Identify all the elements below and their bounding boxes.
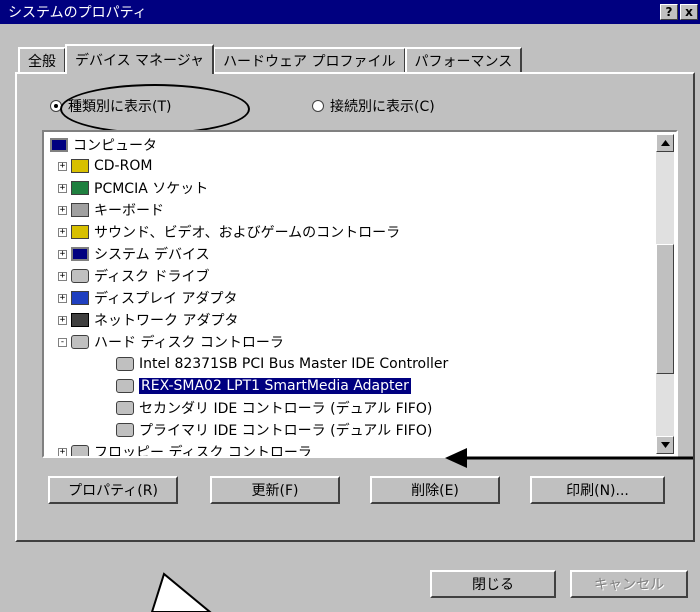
- hdd-controller-icon: [116, 379, 134, 393]
- annotation-arrow-icon: [445, 448, 693, 468]
- pcmcia-icon: [71, 181, 89, 195]
- expand-icon[interactable]: +: [58, 161, 67, 171]
- tree-item-label: セカンダリ IDE コントローラ (デュアル FIFO): [139, 401, 433, 417]
- expand-icon[interactable]: +: [58, 183, 67, 193]
- tree-item-rex-sma02[interactable]: REX-SMA02 LPT1 SmartMedia Adapter: [116, 375, 411, 397]
- refresh-button[interactable]: 更新(F): [210, 476, 340, 504]
- tree-item-label: プライマリ IDE コントローラ (デュアル FIFO): [139, 423, 433, 439]
- close-window-button[interactable]: x: [680, 4, 698, 20]
- delete-button[interactable]: 削除(E): [370, 476, 500, 504]
- display-icon: [71, 291, 89, 305]
- hdd-controller-icon: [116, 401, 134, 415]
- hdd-controller-icon: [71, 335, 89, 349]
- tree-item-keyboard[interactable]: + キーボード: [58, 199, 164, 221]
- tree-item-label-selected: REX-SMA02 LPT1 SmartMedia Adapter: [139, 378, 411, 394]
- close-button[interactable]: 閉じる: [430, 570, 556, 598]
- tree-item-sound[interactable]: + サウンド、ビデオ、およびゲームのコントローラ: [58, 221, 400, 243]
- computer-icon: [50, 138, 68, 152]
- help-button[interactable]: ?: [660, 4, 678, 20]
- floppy-controller-icon: [71, 445, 89, 456]
- system-icon: [71, 247, 89, 261]
- sound-icon: [71, 225, 89, 239]
- window-title: システムのプロパティ: [8, 5, 147, 21]
- hdd-controller-icon: [116, 357, 134, 371]
- device-tree[interactable]: コンピュータ + CD-ROM + PCMCIA ソケット + キーボード + …: [42, 130, 678, 458]
- network-icon: [71, 313, 89, 327]
- tree-item-floppy-controller[interactable]: + フロッピー ディスク コントローラ: [58, 441, 312, 458]
- title-bar: システムのプロパティ ? x: [0, 0, 700, 24]
- cdrom-icon: [71, 159, 89, 173]
- tree-item-primary-ide[interactable]: プライマリ IDE コントローラ (デュアル FIFO): [116, 419, 432, 441]
- tree-item-label: CD-ROM: [94, 158, 153, 174]
- tab-strip: 全般 デバイス マネージャ ハードウェア プロファイル パフォーマンス: [18, 43, 523, 74]
- tree-item-intel-ide[interactable]: Intel 82371SB PCI Bus Master IDE Control…: [116, 353, 448, 375]
- expand-icon[interactable]: +: [58, 205, 67, 215]
- expand-icon[interactable]: +: [58, 293, 67, 303]
- tree-item-cdrom[interactable]: + CD-ROM: [58, 155, 152, 177]
- tree-item-pcmcia[interactable]: + PCMCIA ソケット: [58, 177, 208, 199]
- expand-icon[interactable]: +: [58, 249, 67, 259]
- tree-item-label: フロッピー ディスク コントローラ: [94, 445, 312, 458]
- tree-item-secondary-ide[interactable]: セカンダリ IDE コントローラ (デュアル FIFO): [116, 397, 432, 419]
- tab-device-manager[interactable]: デバイス マネージャ: [65, 44, 215, 74]
- tab-hardware-profiles[interactable]: ハードウェア プロファイル: [213, 47, 406, 73]
- properties-button[interactable]: プロパティ(R): [48, 476, 178, 504]
- cancel-button[interactable]: キャンセル: [570, 570, 688, 598]
- tree-item-system[interactable]: + システム デバイス: [58, 243, 210, 265]
- radio-by-connection-label: 接続別に表示(C): [330, 99, 435, 115]
- hdd-controller-icon: [116, 423, 134, 437]
- scroll-thumb[interactable]: [656, 244, 674, 374]
- scroll-up-button[interactable]: [656, 134, 674, 152]
- print-button[interactable]: 印刷(N)...: [530, 476, 665, 504]
- expand-icon[interactable]: +: [58, 315, 67, 325]
- tree-item-label: PCMCIA ソケット: [94, 181, 209, 197]
- tree-scrollbar[interactable]: [656, 134, 674, 454]
- tree-item-network[interactable]: + ネットワーク アダプタ: [58, 309, 238, 331]
- tab-performance[interactable]: パフォーマンス: [404, 47, 523, 73]
- tree-item-label: ハード ディスク コントローラ: [94, 335, 284, 351]
- tree-item-label: ディスク ドライブ: [94, 269, 210, 285]
- radio-by-connection[interactable]: 接続別に表示(C): [312, 96, 435, 116]
- tab-general[interactable]: 全般: [18, 47, 66, 73]
- tree-item-computer[interactable]: コンピュータ: [50, 134, 157, 156]
- scroll-up-icon: [660, 140, 670, 146]
- radio-unchecked-icon: [312, 100, 324, 112]
- tree-item-disk-drive[interactable]: + ディスク ドライブ: [58, 265, 209, 287]
- collapse-icon[interactable]: -: [58, 337, 67, 347]
- expand-icon[interactable]: +: [58, 447, 67, 456]
- tree-item-display[interactable]: + ディスプレイ アダプタ: [58, 287, 237, 309]
- disk-drive-icon: [71, 269, 89, 283]
- mouse-cursor-icon: [150, 572, 212, 612]
- expand-icon[interactable]: +: [58, 227, 67, 237]
- annotation-ellipse: [60, 84, 250, 134]
- keyboard-icon: [71, 203, 89, 217]
- tree-item-label: Intel 82371SB PCI Bus Master IDE Control…: [139, 356, 449, 372]
- tree-item-label: システム デバイス: [94, 247, 210, 263]
- expand-icon[interactable]: +: [58, 271, 67, 281]
- tree-item-label: サウンド、ビデオ、およびゲームのコントローラ: [94, 225, 401, 241]
- tree-item-label: コンピュータ: [73, 138, 157, 154]
- tree-item-label: キーボード: [94, 203, 164, 219]
- tree-item-hdd-controller[interactable]: - ハード ディスク コントローラ: [58, 331, 284, 353]
- tree-item-label: ネットワーク アダプタ: [94, 313, 239, 329]
- tree-item-label: ディスプレイ アダプタ: [94, 291, 238, 307]
